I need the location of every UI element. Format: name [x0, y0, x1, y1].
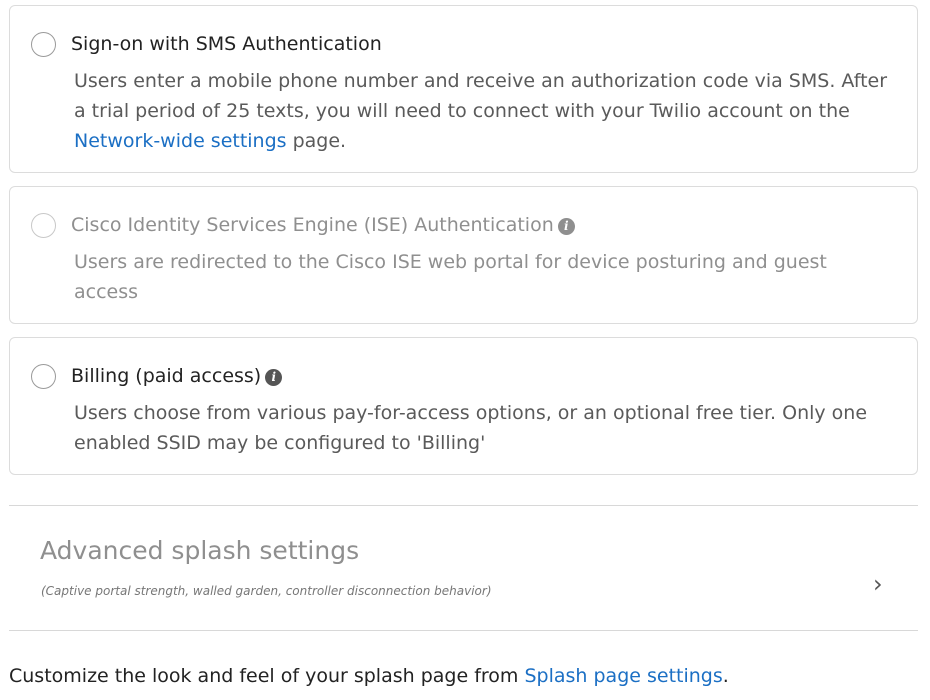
radio-billing[interactable]	[31, 364, 56, 389]
info-icon[interactable]: i	[557, 218, 575, 235]
network-wide-settings-link[interactable]: Network-wide settings	[74, 130, 287, 152]
option-card-sms[interactable]: Sign-on with SMS Authentication Users en…	[9, 5, 918, 173]
radio-ise	[31, 213, 56, 238]
advanced-splash-settings-subtitle: (Captive portal strength, walled garden,…	[41, 584, 492, 598]
option-title-ise-text: Cisco Identity Services Engine (ISE) Aut…	[71, 214, 554, 236]
info-icon[interactable]: i	[265, 369, 283, 386]
option-card-ise: Cisco Identity Services Engine (ISE) Aut…	[9, 186, 918, 324]
sms-desc-tail: page.	[286, 130, 347, 152]
option-title-billing-text: Billing (paid access)	[71, 365, 262, 387]
chevron-right-icon[interactable]: ›	[873, 572, 883, 596]
divider	[9, 630, 918, 631]
radio-sms[interactable]	[31, 32, 56, 57]
option-description-ise: Users are redirected to the Cisco ISE we…	[74, 251, 827, 303]
advanced-splash-settings-toggle[interactable]: Advanced splash settings (Captive portal…	[9, 506, 918, 630]
option-title-billing: Billing (paid access) i	[71, 364, 283, 388]
footer-period: .	[722, 665, 729, 687]
footer-text: Customize the look and feel of your spla…	[9, 665, 525, 687]
option-title-ise: Cisco Identity Services Engine (ISE) Aut…	[71, 213, 575, 237]
option-description-sms: Users enter a mobile phone number and re…	[74, 66, 894, 156]
option-description-billing: Users choose from various pay-for-access…	[74, 402, 868, 454]
advanced-splash-settings-title: Advanced splash settings	[40, 536, 360, 565]
sms-desc-text: Users enter a mobile phone number and re…	[74, 70, 888, 122]
splash-page-customize-text: Customize the look and feel of your spla…	[9, 663, 729, 689]
splash-page-settings-link[interactable]: Splash page settings	[524, 665, 722, 687]
option-title-sms: Sign-on with SMS Authentication	[71, 33, 382, 55]
option-card-billing[interactable]: Billing (paid access) i Users choose from…	[9, 337, 918, 475]
